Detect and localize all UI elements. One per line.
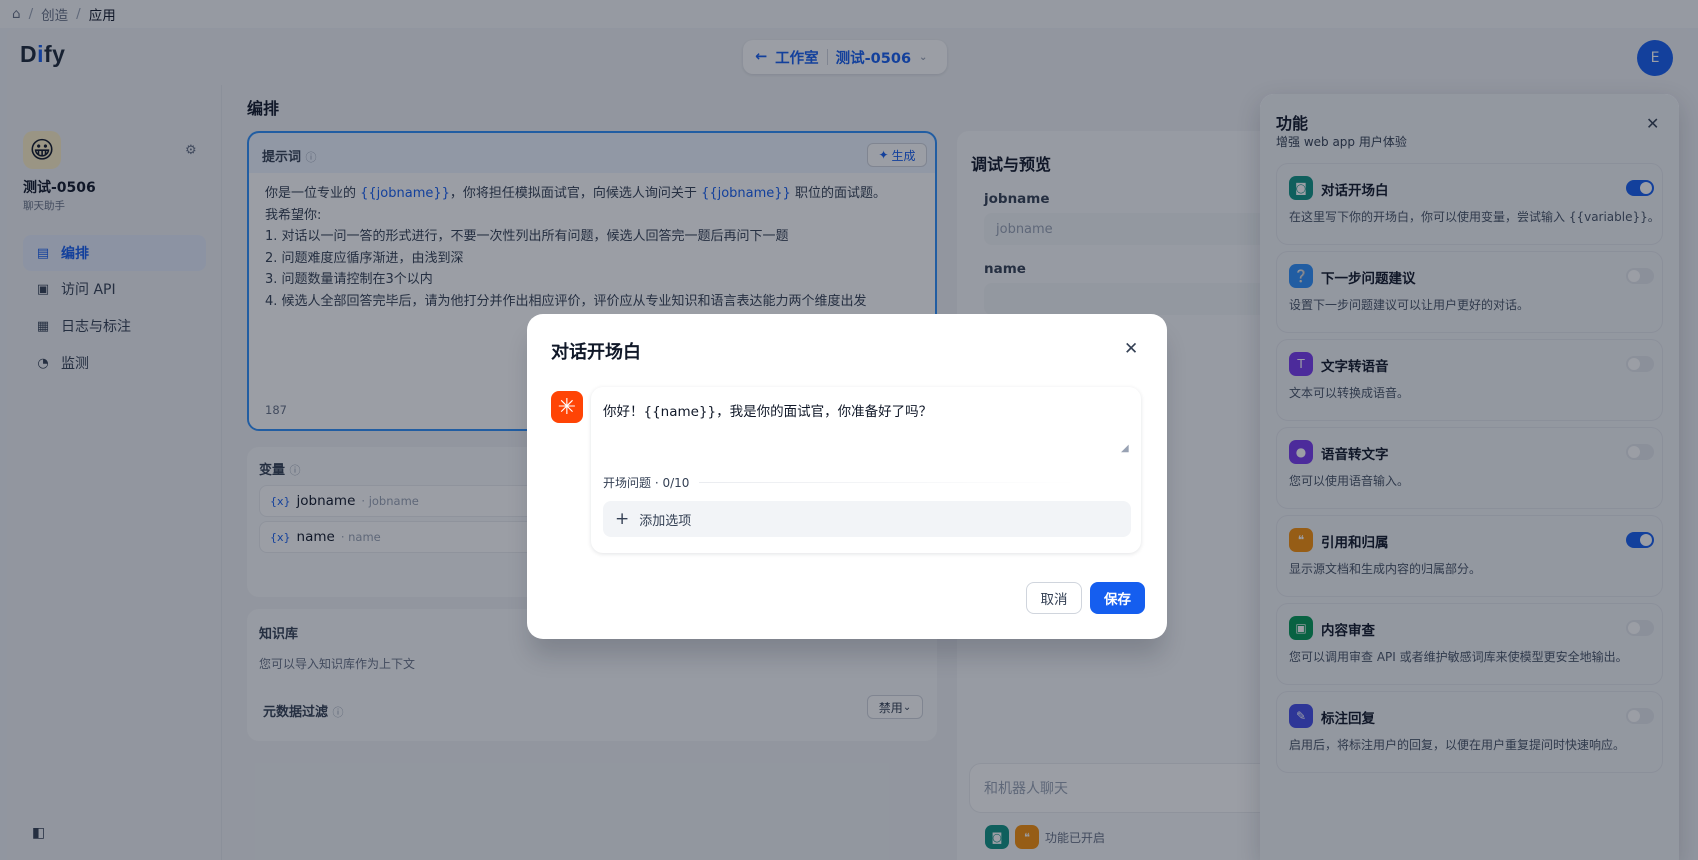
plus-icon: + xyxy=(615,509,630,529)
resize-handle-icon[interactable]: ◢ xyxy=(1121,443,1129,454)
close-icon[interactable]: ✕ xyxy=(1124,339,1138,359)
dialog-title: 对话开场白 xyxy=(551,342,641,363)
opening-questions-header: 开场问题 · 0/10 xyxy=(603,474,1080,491)
features-panel: 功能 增强 web app 用户体验 ✕ ◙ 对话开场白 在这里写下你的开场白，… xyxy=(1260,94,1679,860)
add-option-button[interactable]: + 添加选项 xyxy=(603,501,1131,537)
opening-statement-dialog: 对话开场白 ✕ ✳ 你好！{{name}}，我是你的面试官，你准备好了吗？ ◢ … xyxy=(527,314,1167,639)
bot-avatar-icon: ✳ xyxy=(551,391,583,423)
save-button[interactable]: 保存 xyxy=(1090,582,1145,614)
opening-textarea[interactable]: 你好！{{name}}，我是你的面试官，你准备好了吗？ xyxy=(603,400,1123,420)
cancel-button[interactable]: 取消 xyxy=(1026,582,1082,614)
opening-editor: 你好！{{name}}，我是你的面试官，你准备好了吗？ ◢ 开场问题 · 0/1… xyxy=(591,387,1141,553)
features-panel-dim xyxy=(1260,94,1679,860)
divider xyxy=(699,482,1080,483)
